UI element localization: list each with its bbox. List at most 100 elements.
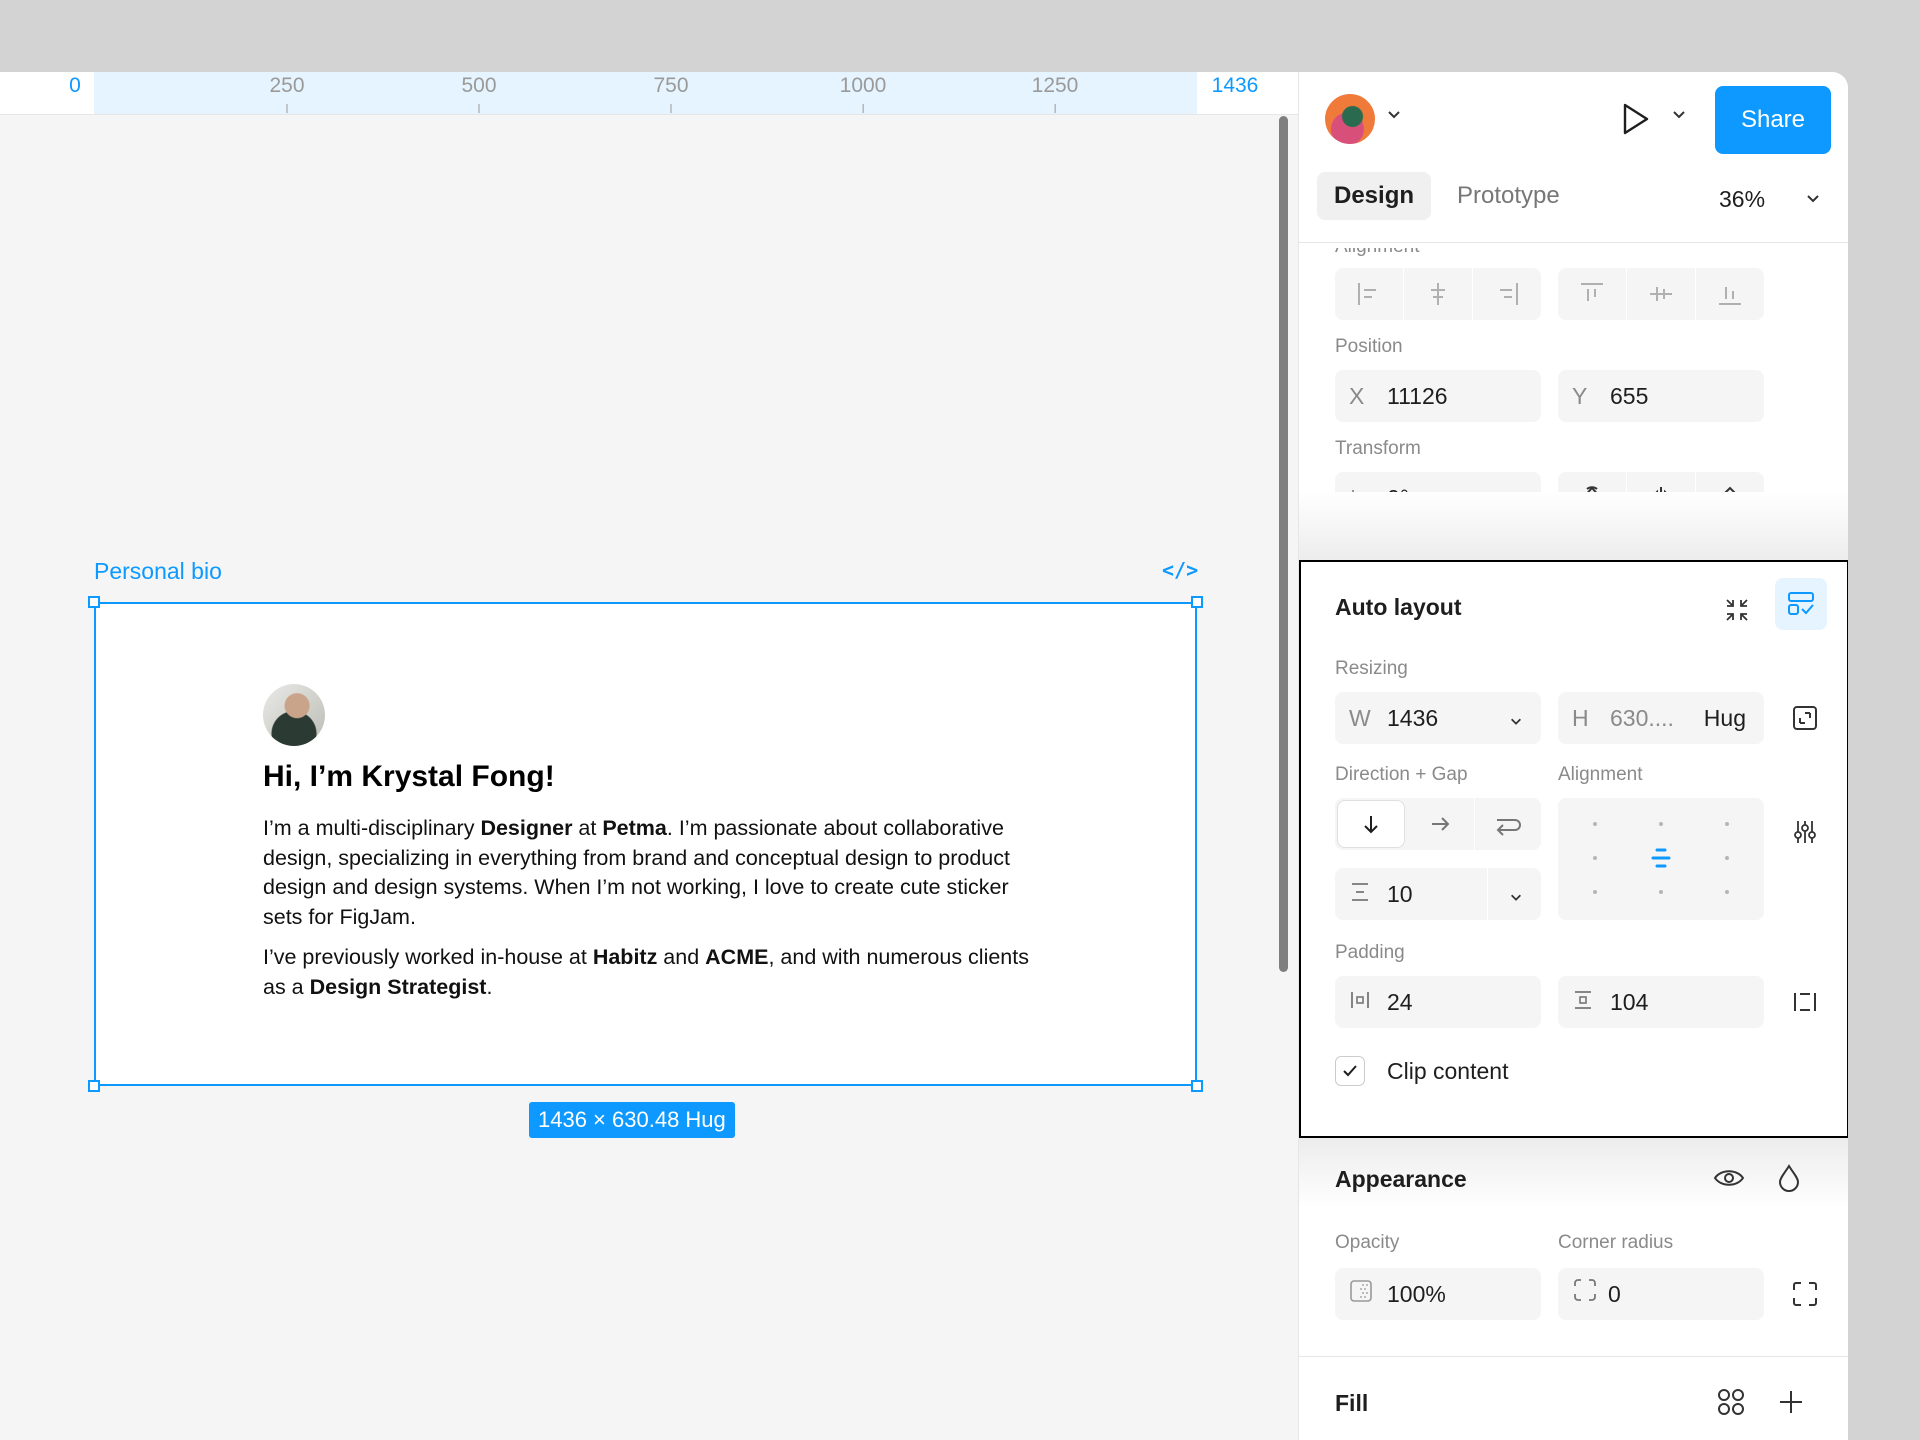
styles-grid-icon[interactable] <box>1711 1382 1751 1422</box>
opacity-icon <box>1349 1269 1373 1321</box>
horizontal-padding-value: 24 <box>1387 989 1413 1015</box>
alignment-grid[interactable] <box>1558 798 1764 920</box>
share-button[interactable]: Share <box>1715 86 1831 154</box>
h-prefix: H <box>1572 705 1589 731</box>
resizing-label: Resizing <box>1335 658 1408 679</box>
chevron-down-icon[interactable] <box>1805 190 1821 211</box>
transform-label: Transform <box>1335 438 1421 459</box>
corner-radius-icon <box>1572 1269 1598 1321</box>
y-value: 655 <box>1610 383 1649 409</box>
advanced-settings-icon[interactable] <box>1789 816 1821 848</box>
bio-avatar <box>263 684 325 746</box>
horizontal-alignment-group <box>1335 268 1541 320</box>
blend-mode-drop-icon[interactable] <box>1769 1158 1809 1198</box>
y-prefix: Y <box>1572 383 1588 409</box>
gap-value: 10 <box>1387 881 1413 907</box>
align-right-icon[interactable] <box>1473 268 1541 320</box>
bio-text: and <box>657 945 706 969</box>
padding-label: Padding <box>1335 942 1405 963</box>
auto-layout-title: Auto layout <box>1335 594 1462 620</box>
arrow-right-icon[interactable] <box>1407 798 1475 850</box>
center-alignment-icon <box>1650 847 1672 874</box>
chevron-down-icon[interactable] <box>1509 694 1523 746</box>
bio-text: . <box>486 974 493 999</box>
gap-icon <box>1349 869 1371 921</box>
horizontal-padding-field[interactable]: 24 <box>1335 976 1541 1028</box>
ruler-tick: 1250 <box>1032 72 1078 113</box>
width-field[interactable]: W 1436 <box>1335 692 1541 744</box>
appearance-title: Appearance <box>1335 1166 1467 1192</box>
fill-title: Fill <box>1335 1390 1369 1416</box>
add-fill-plus-icon[interactable] <box>1771 1382 1811 1422</box>
vertical-alignment-group <box>1558 268 1764 320</box>
h-value: 630.... <box>1610 705 1674 731</box>
direction-gap-label: Direction + Gap <box>1335 764 1468 785</box>
align-left-icon[interactable] <box>1335 268 1404 320</box>
individual-padding-icon[interactable] <box>1789 986 1821 1018</box>
vertical-padding-field[interactable]: 104 <box>1558 976 1764 1028</box>
corner-radius-field[interactable]: 0 <box>1558 1268 1764 1320</box>
align-bottom-icon[interactable] <box>1696 268 1764 320</box>
present-play-icon[interactable] <box>1621 102 1651 141</box>
canvas-scrollbar[interactable] <box>1279 116 1288 972</box>
bio-text: at <box>572 816 603 840</box>
opacity-field[interactable]: 100% <box>1335 1268 1541 1320</box>
bio-emphasis: Designer <box>480 816 573 840</box>
user-avatar[interactable] <box>1325 94 1375 144</box>
bio-emphasis: ACME <box>705 945 769 969</box>
personal-bio-frame[interactable]: Hi, I’m Krystal Fong! I’m a multi-discip… <box>88 596 1203 1092</box>
ruler-tick: 500 <box>461 72 497 113</box>
arrow-down-icon[interactable] <box>1337 800 1406 848</box>
bio-emphasis: Petma <box>602 816 667 840</box>
resize-to-fit-icon[interactable] <box>1789 702 1821 734</box>
align-top-icon[interactable] <box>1558 268 1627 320</box>
vertical-padding-icon <box>1572 977 1594 1029</box>
w-value: 1436 <box>1387 705 1439 731</box>
ruler-tick: 1000 <box>840 72 886 113</box>
panel-divider <box>1299 242 1848 243</box>
position-y-field[interactable]: Y 655 <box>1558 370 1764 422</box>
clip-content-label[interactable]: Clip content <box>1387 1058 1508 1085</box>
zoom-level[interactable]: 36% <box>1719 186 1765 213</box>
eye-icon[interactable] <box>1709 1158 1749 1198</box>
chevron-down-icon[interactable] <box>1509 870 1523 922</box>
align-middle-vertical-icon[interactable] <box>1627 268 1696 320</box>
align-center-horizontal-icon[interactable] <box>1404 268 1473 320</box>
layout-guide-icon[interactable] <box>1775 578 1827 630</box>
x-prefix: X <box>1349 383 1365 409</box>
app-window: 0 250 500 750 1000 1250 1436 Personal bi… <box>0 72 1848 1440</box>
bio-text: I’ve previously worked in-house at <box>263 945 593 969</box>
resize-handle-top-right[interactable] <box>1191 596 1203 608</box>
resize-handle-bottom-right[interactable] <box>1191 1080 1203 1092</box>
chevron-down-icon[interactable] <box>1386 106 1402 127</box>
chevron-down-icon[interactable] <box>1671 106 1687 127</box>
tab-design[interactable]: Design <box>1317 172 1432 220</box>
direction-toggle <box>1335 798 1541 850</box>
auto-layout-section: Auto layout Resizing W 1436 H 630.... Hu… <box>1299 560 1848 1138</box>
section-shadow <box>1299 492 1848 562</box>
clip-content-checkbox[interactable] <box>1335 1056 1365 1086</box>
height-field[interactable]: H 630.... Hug <box>1558 692 1764 744</box>
opacity-label: Opacity <box>1335 1232 1400 1253</box>
independent-corners-icon[interactable] <box>1789 1278 1821 1310</box>
vertical-padding-value: 104 <box>1610 989 1649 1015</box>
frame-label[interactable]: Personal bio <box>94 558 222 585</box>
top-ruler: 0 250 500 750 1000 1250 1436 <box>0 72 1298 115</box>
alignment-label: Alignment <box>1335 236 1420 257</box>
position-x-field[interactable]: X 11126 <box>1335 370 1541 422</box>
ruler-tick: 250 <box>269 72 305 113</box>
tab-prototype[interactable]: Prototype <box>1440 172 1577 220</box>
corner-radius-label: Corner radius <box>1558 1232 1674 1253</box>
dev-mode-code-icon[interactable]: </> <box>1162 558 1198 582</box>
properties-panel: Share Design Prototype 36% Alignment Pos… <box>1298 72 1848 1440</box>
resize-handle-bottom-left[interactable] <box>88 1080 100 1092</box>
resize-handle-top-left[interactable] <box>88 596 100 608</box>
wrap-icon[interactable] <box>1475 798 1541 850</box>
corner-radius-value: 0 <box>1608 1281 1621 1307</box>
gap-field[interactable]: 10 <box>1335 868 1541 920</box>
ruler-tick: 0 <box>69 74 81 97</box>
horizontal-padding-icon <box>1349 977 1371 1029</box>
bio-paragraph-2: I’ve previously worked in-house at Habit… <box>263 943 1053 1002</box>
suggest-auto-layout-icon[interactable] <box>1715 588 1759 632</box>
position-label: Position <box>1335 336 1403 357</box>
